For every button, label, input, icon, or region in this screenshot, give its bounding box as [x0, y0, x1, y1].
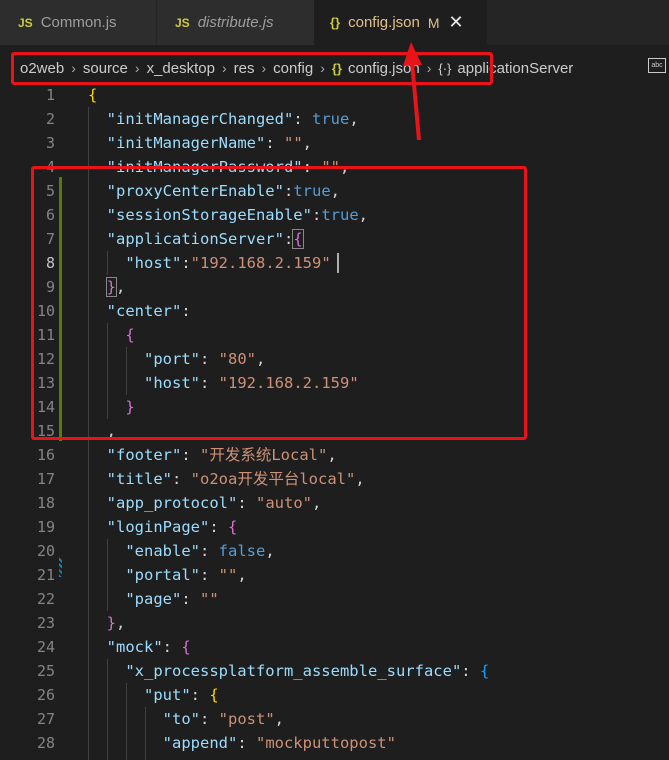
- annotation-arrow-icon: [403, 42, 422, 141]
